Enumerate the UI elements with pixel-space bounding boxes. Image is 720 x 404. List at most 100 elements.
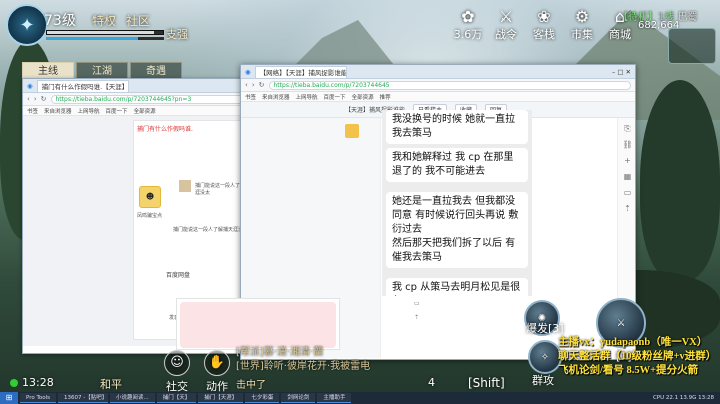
bottom-button[interactable]: ☺ 社交 [160, 350, 194, 394]
chat-bubble: 然后那天把我们拆了以后 有催我去策马 [386, 234, 528, 268]
taskbar-item[interactable]: 七夕彩蛋 [245, 393, 280, 403]
top-menu-label: 战令 [495, 28, 517, 41]
hud-links: 特权 社区 [92, 12, 150, 29]
user-avatar[interactable]: ☻ [139, 186, 161, 208]
comment-icon[interactable]: ▭ [623, 188, 633, 198]
taskbar-item[interactable]: 捕门【天涯】 [198, 393, 244, 403]
chat-bubble: 我和她解释过 我 cp 在那里退了的 我不可能进去 [386, 148, 528, 182]
taskbar-item[interactable]: 主播助手 [317, 393, 352, 403]
link-icon[interactable]: ⛓ [623, 140, 633, 150]
forward-icon[interactable]: › [252, 81, 255, 89]
top-menu-label: 商城 [609, 28, 631, 41]
top-menu-label: 市集 [571, 28, 593, 41]
bookmark-item[interactable]: 上网导航 [78, 107, 100, 115]
title-bar: ◉ 捕门有什么作假吗谁.【天涯】 [23, 79, 259, 93]
refresh-icon[interactable]: ↻ [41, 95, 47, 103]
streamer-line: 聊天整活群（10级粉丝牌+v进群） [558, 351, 717, 362]
shift-skill[interactable]: [Shift] [468, 376, 505, 390]
browser-tab[interactable]: 【网络】【天涯】捕风捉影谁能 [254, 65, 347, 78]
flower-icon: ❀ [537, 7, 551, 26]
top-menu-item[interactable]: ✿ 3.6万 [452, 8, 484, 42]
taskbar: ⊞ Pro Tools 13607 -【贴吧】 小说趣阅读... 捕门【天】 捕门【天涯… [0, 392, 720, 404]
back-icon[interactable]: ‹ [27, 95, 30, 103]
system-clock: 13:28 [10, 376, 54, 389]
top-icon[interactable]: ⇡ [623, 204, 633, 214]
reply-image-preview [180, 302, 336, 348]
address-bar: ‹ › ↻ https://tieba.baidu.com/p/72037446… [241, 79, 635, 92]
top-menu: ✿ 3.6万 ⚔ 战令 ❀ 客栈 ⚙ 市集 ⌂ 商城 [452, 8, 636, 42]
taskbar-item[interactable]: 小说趣阅读... [110, 393, 155, 403]
player-name: 支强 [166, 28, 188, 41]
start-icon[interactable]: ⊞ [0, 392, 18, 404]
bookmark-item[interactable]: 百度一下 [106, 107, 128, 115]
wifi-icon [10, 378, 18, 387]
streamer-info: 主播vx：yudapaonb（唯一VX） 聊天整活群（10级粉丝牌+v进群） 飞… [558, 336, 720, 378]
minimap[interactable] [668, 28, 716, 64]
bookmark-item[interactable]: 来自浏览器 [262, 93, 290, 101]
streamer-line: 主播vx：yudapaonb（唯一VX） [558, 337, 708, 348]
url-field[interactable]: https://tieba.baidu.com/p/7203744645 [268, 80, 631, 90]
burst-skill-label: 爆发[3] [526, 322, 564, 335]
taskbar-item[interactable]: 捕门【天】 [156, 393, 197, 403]
cart-icon: ⚙ [574, 7, 590, 26]
top-menu-item[interactable]: ⚔ 战令 [490, 8, 522, 42]
forward-icon[interactable]: › [34, 95, 37, 103]
editor-tool-icon[interactable]: ⇡ [414, 314, 419, 321]
browser-logo-icon: ◉ [245, 67, 251, 76]
minimize-icon[interactable]: – [612, 68, 615, 76]
tab-jianghu[interactable]: 江湖 [76, 62, 128, 79]
chat-bubble: 我没换号的时候 她就一直拉我去策马 [386, 110, 528, 144]
peace-mode[interactable]: 和平 [100, 376, 122, 392]
title-bar: ◉ 【网络】【天涯】捕风捉影谁能 – □ ✕ [241, 65, 635, 79]
top-menu-item[interactable]: ❀ 客栈 [528, 8, 560, 42]
plus-icon[interactable]: + [623, 156, 633, 166]
bottom-button[interactable]: ✋ 动作 [200, 350, 234, 394]
tab-adventure[interactable]: 奇遇 [130, 62, 182, 79]
share-icon[interactable]: ⎘ [623, 124, 633, 134]
browser-logo-icon: ◉ [27, 81, 33, 90]
hp-bar [46, 30, 164, 35]
page-label: 百度网盘 [166, 272, 191, 279]
bookmark-item[interactable]: 书签 [27, 107, 38, 115]
refresh-icon[interactable]: ↻ [259, 81, 265, 89]
streamer-line: 飞机论剑/看号 8.5W+提分火箭 [558, 365, 699, 376]
skill-slot-4[interactable]: 4 [428, 376, 435, 389]
poster-avatar[interactable] [345, 124, 359, 138]
community-link[interactable]: 社区 [126, 12, 150, 29]
hp-fill [47, 31, 154, 34]
bookmarks-bar: 书签 来自浏览器 上网导航 百度一下 全部资源 [23, 106, 259, 116]
url-field[interactable]: https://tieba.baidu.com/p/7203744645?pn=… [50, 94, 255, 104]
group-skill-icon[interactable]: ✧ [528, 340, 562, 374]
bottom-buttons: ☺ 社交 ✋ 动作 [160, 350, 234, 394]
top-menu-item[interactable]: ⚙ 市集 [566, 8, 598, 42]
maximize-icon[interactable]: □ [617, 68, 623, 76]
taskbar-item[interactable]: 13607 -【贴吧】 [58, 393, 109, 403]
combat-text: 击中了 [236, 380, 266, 391]
browser-tab[interactable]: 捕门有什么作假吗谁.【天涯】 [36, 79, 129, 92]
qr-icon[interactable]: ▦ [623, 172, 633, 182]
tree-decoration [640, 80, 720, 280]
crossed-swords-icon: ⚔ [498, 7, 514, 26]
back-icon[interactable]: ‹ [245, 81, 248, 89]
tab-main-quest[interactable]: 主线 [22, 62, 74, 79]
taskbar-item[interactable]: Pro Tools [20, 393, 57, 403]
bookmarks-bar: 书签 来自浏览器 上网导航 百度一下 全部资源 推荐 [241, 92, 635, 102]
bookmark-item[interactable]: 百度一下 [324, 93, 346, 101]
close-icon[interactable]: ✕ [626, 68, 631, 76]
bookmark-item[interactable]: 全部资源 [352, 93, 374, 101]
taskbar-item[interactable]: 剑网论剑 [281, 393, 316, 403]
editor-tool-icon[interactable]: ▭ [414, 300, 420, 307]
player-avatar[interactable]: ✦ [6, 4, 48, 46]
chat-screenshot: 我没换号的时候 她就一直拉我去策马 我和她解释过 我 cp 在那里退了的 我不可… [382, 110, 532, 296]
mp-bar [46, 37, 164, 40]
bookmark-item[interactable]: 推荐 [380, 93, 391, 101]
reply-text-2: 捕门能说这一段人了解捕天涯没太 [173, 227, 249, 233]
bookmark-item[interactable]: 全部资源 [134, 107, 156, 115]
bookmark-item[interactable]: 上网导航 [296, 93, 318, 101]
sword-icon: ✦ [19, 14, 35, 36]
action-icon: ✋ [204, 350, 230, 376]
bookmark-item[interactable]: 来自浏览器 [44, 107, 72, 115]
privilege-link[interactable]: 特权 [92, 12, 116, 29]
chat-overlay[interactable]: [帮派]慕·潇·湘清·蘭 [世界]聆听·彼岸花开·我被雷电 [236, 346, 436, 374]
bookmark-item[interactable]: 书签 [245, 93, 256, 101]
